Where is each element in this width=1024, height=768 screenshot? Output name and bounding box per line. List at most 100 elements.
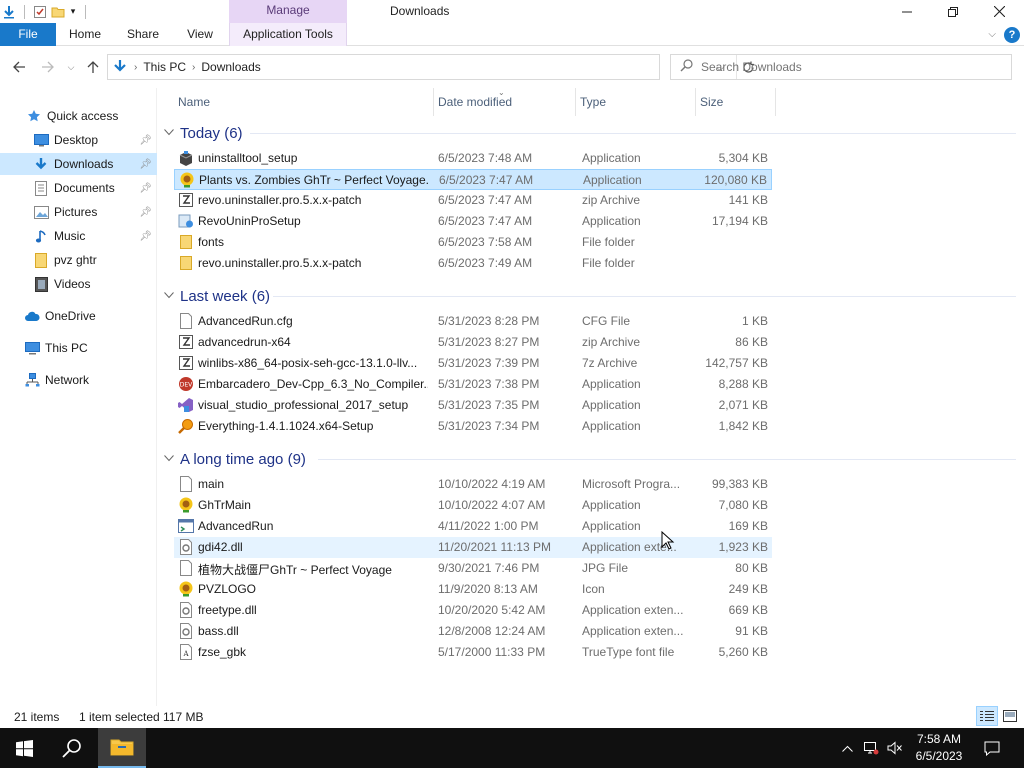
- show-hidden-icons-chevron[interactable]: [838, 728, 856, 768]
- search-taskbar-button[interactable]: [48, 728, 96, 768]
- action-center-icon[interactable]: [980, 728, 1004, 768]
- file-row[interactable]: fonts 6/5/2023 7:58 AM File folder: [174, 232, 772, 253]
- file-size: 120,080 KB: [704, 173, 767, 187]
- quick-access-toolbar: ▾: [0, 0, 92, 23]
- sidebar-item-videos[interactable]: Videos: [0, 273, 157, 295]
- file-row[interactable]: AdvancedRun 4/11/2022 1:00 PM Application 1…: [174, 516, 772, 537]
- file-row[interactable]: AdvancedRun.cfg 5/31/2023 8:28 PM CFG File…: [174, 311, 772, 332]
- status-selection-size: 117 MB: [163, 710, 204, 724]
- start-button[interactable]: [0, 728, 48, 768]
- file-row[interactable]: uninstalltool_setup 6/5/2023 7:48 AM Appli…: [174, 148, 772, 169]
- file-row[interactable]: PVZLOGO 11/9/2020 8:13 AM Icon 249 KB: [174, 579, 772, 600]
- sidebar-item-pictures[interactable]: Pictures 📌︎: [0, 201, 157, 223]
- status-selection: 1 item selected: [79, 710, 160, 724]
- file-row[interactable]: revo.uninstaller.pro.5.x.x-patch 6/5/2023…: [174, 253, 772, 274]
- pin-icon[interactable]: 📌︎: [139, 231, 152, 242]
- pin-icon[interactable]: 📌︎: [139, 135, 152, 146]
- nav-quick-access[interactable]: Quick access: [0, 105, 157, 127]
- file-row[interactable]: GhTrMain 10/10/2022 4:07 AM Application 7,0…: [174, 495, 772, 516]
- file-size: 17,194 KB: [711, 214, 768, 228]
- taskbar-clock[interactable]: 7:58 AM 6/5/2023: [906, 731, 972, 765]
- file-row[interactable]: winlibs-x86_64-posix-seh-gcc-13.1.0-llv.…: [174, 353, 772, 374]
- sidebar-item-music[interactable]: Music 📌︎: [0, 225, 157, 247]
- file-row[interactable]: 植物大战僵尸GhTr ~ Perfect Voyage 9/30/2021 7:4…: [174, 558, 772, 579]
- revo-setup-icon: [178, 213, 194, 229]
- column-header-size[interactable]: Size: [696, 88, 776, 116]
- downloads-location-icon: [112, 59, 128, 75]
- back-button[interactable]: [8, 56, 30, 78]
- minimize-button[interactable]: [884, 0, 930, 23]
- sidebar-item-label: Documents: [54, 181, 115, 195]
- nav-onedrive[interactable]: OneDrive: [0, 305, 157, 327]
- address-bar[interactable]: › This PC › Downloads ⌵: [107, 54, 754, 80]
- file-date-modified: 6/5/2023 7:58 AM: [438, 235, 533, 249]
- file-row[interactable]: Everything-1.4.1.1024.x64-Setup 5/31/2023…: [174, 416, 772, 437]
- breadcrumb-separator[interactable]: ›: [134, 62, 137, 73]
- blank-file-icon: [178, 476, 194, 492]
- file-row[interactable]: Afzse_gbk 5/17/2000 11:33 PM TrueType font…: [174, 642, 772, 663]
- help-button[interactable]: ?: [1004, 26, 1020, 43]
- breadcrumb-downloads[interactable]: Downloads: [201, 60, 260, 74]
- file-row[interactable]: freetype.dll 10/20/2020 5:42 AM Applicatio…: [174, 600, 772, 621]
- file-row[interactable]: advancedrun-x64 5/31/2023 8:27 PM zip Arch…: [174, 332, 772, 353]
- expand-ribbon-icon[interactable]: ⌵: [988, 29, 996, 40]
- file-row[interactable]: main 10/10/2022 4:19 AM Microsoft Progra..…: [174, 474, 772, 495]
- file-size: 80 KB: [735, 561, 768, 575]
- sidebar-item-desktop[interactable]: Desktop 📌︎: [0, 129, 157, 151]
- column-header-date-modified[interactable]: Date modified: [434, 88, 576, 116]
- nav-this-pc[interactable]: This PC: [0, 337, 157, 359]
- pin-icon[interactable]: 📌︎: [139, 159, 152, 170]
- maximize-button[interactable]: [930, 0, 976, 23]
- breadcrumb-this-pc[interactable]: This PC: [143, 60, 186, 74]
- properties-icon[interactable]: [31, 3, 49, 21]
- tab-application-tools[interactable]: Application Tools: [229, 23, 347, 46]
- file-row[interactable]: Plants vs. Zombies GhTr ~ Perfect Voyage…: [174, 169, 772, 190]
- sidebar-item-pvz-ghtr[interactable]: pvz ghtr: [0, 249, 157, 271]
- large-icons-view-button[interactable]: [999, 706, 1021, 726]
- collapse-chevron-icon[interactable]: [164, 291, 174, 302]
- tab-share[interactable]: Share: [114, 23, 172, 46]
- file-row[interactable]: DEV Embarcadero_Dev-Cpp_6.3_No_Compiler..…: [174, 374, 772, 395]
- context-tab-header: Manage: [229, 0, 347, 23]
- network-tray-icon[interactable]: [860, 728, 882, 768]
- tab-view[interactable]: View: [172, 23, 228, 46]
- file-type: Application exten...: [582, 603, 684, 617]
- pin-icon[interactable]: 📌︎: [139, 183, 152, 194]
- music-note-icon: [33, 228, 49, 244]
- file-date-modified: 5/17/2000 11:33 PM: [438, 645, 546, 659]
- file-type: CFG File: [582, 314, 630, 328]
- file-row[interactable]: revo.uninstaller.pro.5.x.x-patch 6/5/2023…: [174, 190, 772, 211]
- file-row[interactable]: RevoUninProSetup 6/5/2023 7:47 AM Applicat…: [174, 211, 772, 232]
- recent-locations-icon[interactable]: ⌵: [60, 56, 82, 78]
- file-row[interactable]: visual_studio_professional_2017_setup 5/3…: [174, 395, 772, 416]
- new-folder-icon[interactable]: [49, 3, 67, 21]
- sidebar-item-downloads[interactable]: Downloads 📌︎: [0, 153, 157, 175]
- cloud-icon: [24, 308, 40, 324]
- volume-muted-icon[interactable]: [884, 728, 906, 768]
- zip-archive-icon: [178, 355, 194, 371]
- pin-icon[interactable]: 📌︎: [139, 207, 152, 218]
- clock-date: 6/5/2023: [915, 749, 963, 763]
- collapse-chevron-icon[interactable]: [164, 454, 174, 465]
- svg-text:DEV: DEV: [180, 382, 193, 389]
- breadcrumb-separator[interactable]: ›: [192, 62, 195, 73]
- app-window-icon: [178, 518, 194, 534]
- column-header-type[interactable]: Type: [576, 88, 696, 116]
- file-row[interactable]: bass.dll 12/8/2008 12:24 AM Application ex…: [174, 621, 772, 642]
- forward-button[interactable]: [36, 56, 58, 78]
- file-size: 99,383 KB: [711, 477, 768, 491]
- tab-file[interactable]: File: [0, 23, 56, 46]
- up-button[interactable]: [82, 56, 104, 78]
- column-header-name[interactable]: Name: [174, 88, 434, 116]
- tab-home[interactable]: Home: [56, 23, 114, 46]
- close-button[interactable]: [976, 0, 1022, 23]
- collapse-chevron-icon[interactable]: [164, 128, 174, 139]
- file-explorer-taskbar-button[interactable]: [98, 728, 146, 768]
- search-box[interactable]: [670, 54, 1012, 80]
- customize-qat-icon[interactable]: ▾: [67, 3, 79, 21]
- file-row[interactable]: gdi42.dll 11/20/2021 11:13 PM Application …: [174, 537, 772, 558]
- search-input[interactable]: [701, 60, 991, 74]
- nav-network[interactable]: Network: [0, 369, 157, 391]
- details-view-button[interactable]: [976, 706, 998, 726]
- sidebar-item-documents[interactable]: Documents 📌︎: [0, 177, 157, 199]
